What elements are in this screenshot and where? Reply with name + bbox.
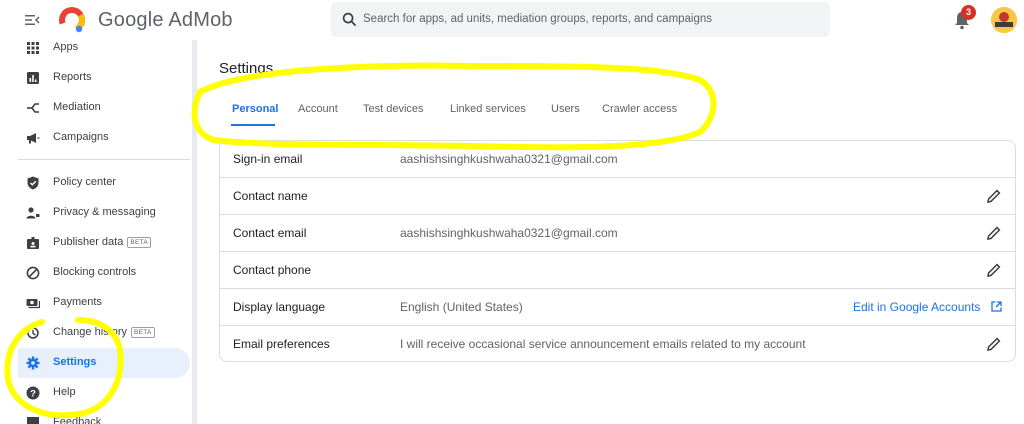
- setting-row-contact-phone: Contact phone: [220, 252, 1015, 289]
- sidebar-item-mediation[interactable]: Mediation: [18, 93, 190, 123]
- block-icon: [26, 266, 40, 280]
- setting-value: I will receive occasional service announ…: [400, 337, 806, 351]
- sidebar-item-label: Blocking controls: [53, 266, 137, 278]
- sidebar-item-help[interactable]: ? Help: [18, 378, 190, 408]
- shield-icon: [27, 176, 39, 190]
- sidebar-item-label-wrap: Publisher data BETA: [53, 236, 152, 248]
- sidebar-item-publisher-data[interactable]: Publisher data BETA: [18, 228, 190, 258]
- edit-pencil-icon[interactable]: [987, 263, 1001, 277]
- tab-account[interactable]: Account: [298, 103, 338, 115]
- sidebar-item-label: Apps: [53, 41, 79, 53]
- admob-logo[interactable]: [58, 6, 86, 34]
- mediation-icon: [27, 103, 39, 113]
- setting-label: Display language: [233, 300, 326, 314]
- sidebar-item-label: Policy center: [53, 176, 116, 188]
- tab-test-devices[interactable]: Test devices: [363, 103, 424, 115]
- gear-icon: [26, 356, 40, 370]
- search-input[interactable]: Search for apps, ad units, mediation gro…: [331, 2, 830, 37]
- person-lock-icon: [26, 207, 40, 219]
- history-icon: [26, 327, 39, 339]
- reports-chart-icon: [27, 72, 39, 84]
- sidebar-item-label: Reports: [53, 71, 92, 83]
- sidebar-item-feedback[interactable]: Feedback: [18, 408, 190, 424]
- svg-text:?: ?: [30, 389, 36, 400]
- setting-label: Sign-in email: [233, 152, 303, 166]
- sidebar-item-privacy-messaging[interactable]: Privacy & messaging: [18, 198, 190, 228]
- payments-icon: [26, 299, 40, 309]
- sidebar-item-payments[interactable]: Payments: [18, 288, 190, 318]
- sidebar-item-label: Help: [53, 386, 76, 398]
- sidebar-item-change-history[interactable]: Change history BETA: [18, 318, 190, 348]
- megaphone-icon: [27, 133, 40, 144]
- sidebar-item-policy-center[interactable]: Policy center: [18, 168, 190, 198]
- setting-value: English (United States): [400, 300, 523, 314]
- setting-row-display-language: Display language English (United States)…: [220, 289, 1015, 326]
- edit-pencil-icon[interactable]: [987, 337, 1001, 351]
- setting-row-contact-email: Contact email aashishsinghkushwaha0321@g…: [220, 215, 1015, 252]
- beta-badge: BETA: [131, 327, 155, 338]
- edit-pencil-icon[interactable]: [987, 189, 1001, 203]
- tab-crawler-access[interactable]: Crawler access: [602, 103, 677, 115]
- help-icon: ?: [26, 386, 40, 400]
- badge-icon: [27, 237, 39, 249]
- sidebar-item-label: Privacy & messaging: [53, 206, 156, 218]
- tab-linked-services[interactable]: Linked services: [450, 103, 526, 115]
- page-title: Settings: [219, 60, 274, 77]
- sidebar-item-label: Payments: [53, 296, 102, 308]
- apps-grid-icon: [27, 42, 39, 54]
- sidebar-item-settings[interactable]: Settings: [18, 348, 190, 378]
- tab-users[interactable]: Users: [551, 103, 580, 115]
- sidebar-item-label: Mediation: [53, 101, 101, 113]
- search-icon: [342, 12, 357, 27]
- sidebar-item-reports[interactable]: Reports: [18, 63, 190, 93]
- setting-row-contact-name: Contact name: [220, 178, 1015, 215]
- active-tab-indicator: [231, 124, 275, 126]
- sidebar: Apps Reports Mediation Campaigns Policy …: [0, 40, 196, 424]
- setting-label: Email preferences: [233, 337, 330, 351]
- beta-badge: BETA: [127, 237, 152, 248]
- tab-personal[interactable]: Personal: [232, 103, 278, 115]
- sidebar-item-campaigns[interactable]: Campaigns: [18, 123, 190, 153]
- personal-settings-card: Sign-in email aashishsinghkushwaha0321@g…: [219, 140, 1016, 362]
- sidebar-item-label-wrap: Change history BETA: [53, 326, 155, 338]
- feedback-icon: [27, 417, 39, 424]
- setting-row-email-preferences: Email preferences I will receive occasio…: [220, 326, 1015, 361]
- setting-label: Contact name: [233, 189, 308, 203]
- menu-toggle-icon[interactable]: [24, 12, 40, 28]
- app-name: Google AdMob: [98, 9, 233, 31]
- notification-badge: 3: [961, 5, 976, 20]
- sidebar-item-blocking-controls[interactable]: Blocking controls: [18, 258, 190, 288]
- sidebar-item-apps[interactable]: Apps: [18, 33, 190, 63]
- sidebar-item-label: Campaigns: [53, 131, 109, 143]
- edit-pencil-icon[interactable]: [987, 226, 1001, 240]
- sidebar-divider: [18, 159, 190, 160]
- setting-label: Contact phone: [233, 263, 312, 277]
- search-placeholder: Search for apps, ad units, mediation gro…: [363, 13, 713, 25]
- setting-value: aashishsinghkushwaha0321@gmail.com: [400, 226, 618, 240]
- sidebar-item-label: Feedback: [53, 416, 102, 424]
- avatar[interactable]: [991, 7, 1017, 33]
- sidebar-scrollbar[interactable]: [192, 40, 197, 424]
- sidebar-item-label: Publisher data: [53, 236, 124, 248]
- setting-value: aashishsinghkushwaha0321@gmail.com: [400, 152, 618, 166]
- sidebar-item-label: Change history: [53, 326, 127, 338]
- setting-row-sign-in-email: Sign-in email aashishsinghkushwaha0321@g…: [220, 141, 1015, 178]
- open-in-new-icon[interactable]: [991, 301, 1002, 312]
- edit-in-google-accounts-link[interactable]: Edit in Google Accounts: [853, 300, 980, 314]
- sidebar-item-label: Settings: [53, 356, 97, 368]
- setting-label: Contact email: [233, 226, 307, 240]
